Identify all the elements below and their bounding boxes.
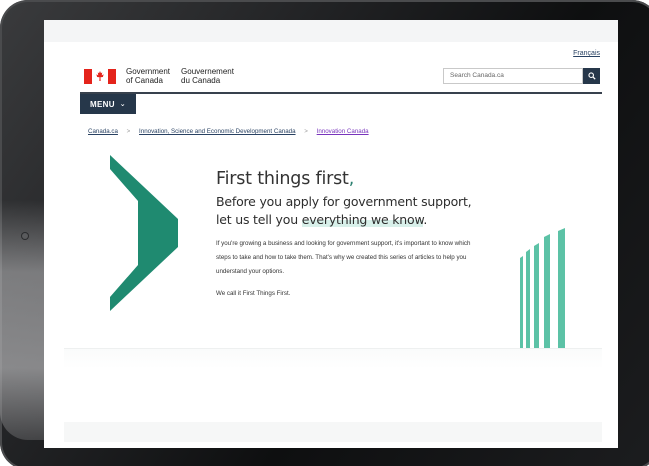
page-bottom-strip bbox=[64, 422, 602, 442]
brand-en-line2: of Canada bbox=[126, 75, 163, 85]
page-lower-band bbox=[64, 348, 602, 369]
search-input[interactable]: Search Canada.ca bbox=[443, 68, 583, 84]
chevron-arrow-graphic bbox=[110, 155, 178, 311]
chevron-down-icon: ⌄ bbox=[119, 101, 126, 108]
hero-subtitle-line2: let us tell you everything we know. bbox=[216, 211, 471, 229]
breadcrumb-separator: > bbox=[304, 128, 308, 135]
hero-subtitle-suffix: . bbox=[423, 212, 428, 227]
hero-body-text: If you're growing a business and looking… bbox=[216, 240, 471, 275]
hero-subtitle-prefix: let us tell you bbox=[216, 212, 302, 227]
hero-title-text: First things first bbox=[216, 169, 349, 189]
search-button[interactable] bbox=[583, 68, 600, 84]
breadcrumb-innovation-canada[interactable]: Innovation Canada bbox=[317, 128, 369, 135]
brand-fr-line2: du Canada bbox=[181, 75, 221, 85]
site-search: Search Canada.ca bbox=[443, 68, 600, 84]
tablet-screen: Français Government of Canada Gouverneme… bbox=[44, 20, 618, 448]
screen-top-band bbox=[44, 20, 618, 42]
screenshot-stage: Français Government of Canada Gouverneme… bbox=[0, 0, 649, 466]
language-toggle-link[interactable]: Français bbox=[573, 50, 600, 57]
menu-label: MENU bbox=[90, 99, 115, 109]
rising-bars-graphic bbox=[520, 228, 565, 354]
hero-subtitle-line1: Before you apply for government support, bbox=[216, 194, 472, 209]
tablet-camera bbox=[22, 233, 28, 239]
breadcrumb-canada[interactable]: Canada.ca bbox=[88, 128, 118, 135]
government-signature[interactable]: Government of Canada Gouvernement du Can… bbox=[84, 67, 245, 85]
government-wordmark: Government of Canada Gouvernement du Can… bbox=[126, 67, 245, 85]
hero-subtitle-highlight: everything we know bbox=[301, 212, 424, 227]
hero-title-punct: , bbox=[348, 169, 355, 189]
breadcrumb: Canada.ca > Innovation, Science and Econ… bbox=[88, 128, 369, 135]
search-icon bbox=[587, 72, 596, 80]
menu-button[interactable]: MENU ⌄ bbox=[80, 94, 136, 114]
hero-title: First things first, bbox=[216, 169, 354, 189]
breadcrumb-separator: > bbox=[126, 128, 131, 135]
hero-call-line: We call it First Things First. bbox=[216, 290, 291, 297]
web-page: Français Government of Canada Gouverneme… bbox=[64, 42, 602, 422]
canada-flag-icon bbox=[84, 69, 116, 84]
breadcrumb-ised[interactable]: Innovation, Science and Economic Develop… bbox=[139, 128, 296, 135]
header-divider bbox=[80, 92, 602, 94]
hero-subtitle: Before you apply for government support,… bbox=[216, 193, 472, 229]
